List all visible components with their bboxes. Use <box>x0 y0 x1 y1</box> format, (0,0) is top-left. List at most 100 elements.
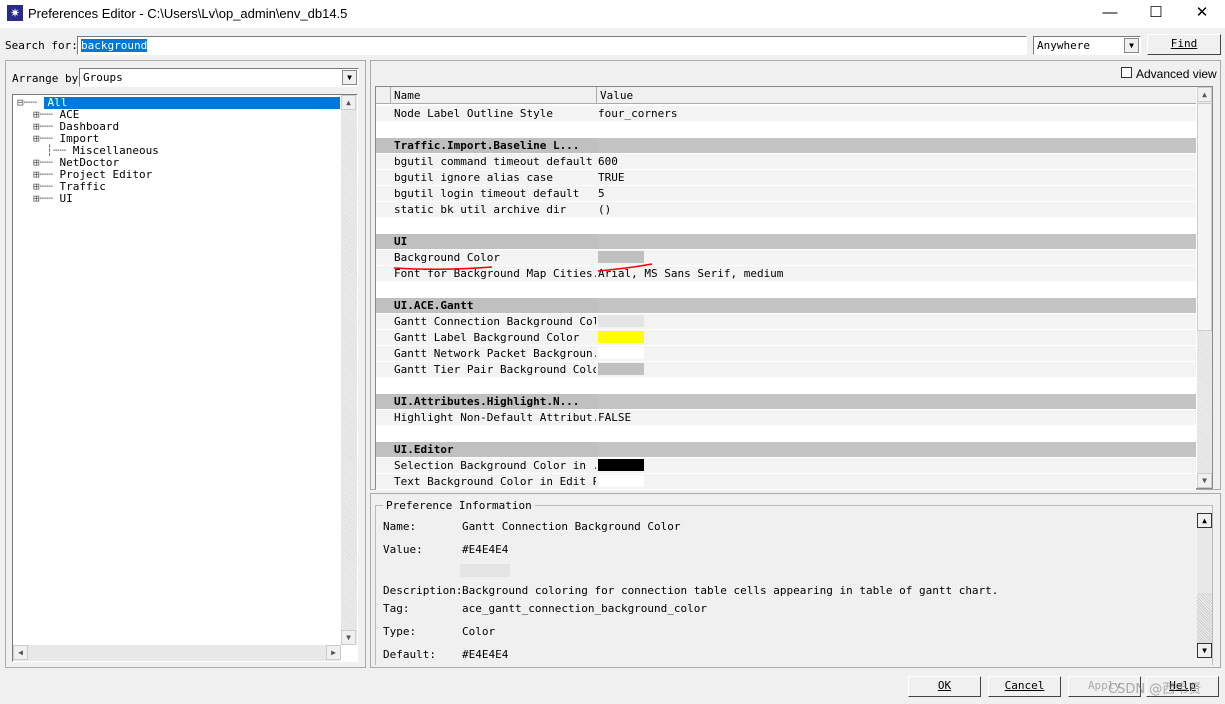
find-button[interactable]: Find <box>1147 34 1221 55</box>
table-row[interactable]: Text Background Color in Edit Pad <box>376 474 1196 490</box>
scroll-right-icon[interactable]: ▶ <box>326 645 341 660</box>
value-swatch <box>460 564 510 577</box>
pref-name: Highlight Non-Default Attribut... <box>394 411 596 424</box>
group-name: UI <box>394 235 408 248</box>
table-row[interactable]: Node Label Outline Style four_corners <box>376 106 1196 122</box>
pref-name: bgutil command timeout default <box>394 155 593 168</box>
scroll-up-icon[interactable]: ▲ <box>341 95 356 110</box>
group-name: Traffic.Import.Baseline L... <box>394 139 580 152</box>
column-name[interactable]: Name <box>394 89 421 102</box>
table-row[interactable]: Gantt Network Packet Backgroun... <box>376 346 1196 362</box>
scroll-up-icon[interactable]: ▲ <box>1197 87 1212 102</box>
description-label: Description: <box>383 584 463 597</box>
tag-value: ace_gantt_connection_background_color <box>462 602 708 615</box>
pref-name: static bk util archive dir <box>394 203 567 216</box>
table-row[interactable]: bgutil login timeout default 5 <box>376 186 1196 202</box>
scroll-down-icon[interactable]: ▼ <box>1197 473 1212 488</box>
pref-value: FALSE <box>598 411 632 424</box>
spacer-row <box>376 378 1196 394</box>
table-header: Name Value <box>376 87 1196 104</box>
table-row[interactable]: bgutil command timeout default 600 <box>376 154 1196 170</box>
group-name: UI.Attributes.Highlight.N... <box>394 395 580 408</box>
red-annotation <box>393 263 653 272</box>
default-value: #E4E4E4 <box>462 648 509 658</box>
table-row[interactable]: Selection Background Color in ... <box>376 458 1196 474</box>
window-title: Preferences Editor - C:\Users\Lv\op_admi… <box>28 6 348 21</box>
title-bar: ✷ Preferences Editor - C:\Users\Lv\op_ad… <box>0 0 1225 28</box>
group-row[interactable]: UI.Editor <box>376 442 1196 458</box>
ok-button[interactable]: OK <box>908 676 981 697</box>
column-value[interactable]: Value <box>596 87 636 103</box>
watermark: CSDN @西韦贤 <box>1108 682 1202 697</box>
scope-value: Anywhere <box>1037 39 1090 52</box>
group-name: UI.Editor <box>394 443 454 456</box>
pref-value: 5 <box>598 187 605 200</box>
description-value: Background coloring for connection table… <box>462 584 999 597</box>
arrange-label: Arrange by <box>12 72 79 85</box>
maximize-button[interactable]: ☐ <box>1133 2 1179 26</box>
table-row[interactable]: Gantt Tier Pair Background Color <box>376 362 1196 378</box>
name-label: Name: <box>383 520 417 533</box>
pref-name: bgutil login timeout default <box>394 187 580 200</box>
cancel-button[interactable]: Cancel <box>988 676 1061 697</box>
scope-dropdown[interactable]: Anywhere ▼ <box>1033 36 1141 55</box>
expand-icon[interactable]: ⊞┄┄ <box>33 192 60 205</box>
scroll-down-icon[interactable]: ▼ <box>1197 643 1212 658</box>
table-row[interactable]: static bk util archive dir () <box>376 202 1196 218</box>
app-icon: ✷ <box>7 5 23 21</box>
ok-label: OK <box>937 679 952 692</box>
pref-name: Gantt Connection Background Color <box>394 315 596 328</box>
pref-name: Selection Background Color in ... <box>394 459 596 472</box>
table-row[interactable]: Gantt Connection Background Color <box>376 314 1196 330</box>
type-value: Color <box>462 625 496 638</box>
tree-horizontal-scrollbar[interactable]: ◀ ▶ <box>13 645 341 661</box>
name-value: Gantt Connection Background Color <box>462 520 681 533</box>
scroll-left-icon[interactable]: ◀ <box>13 645 28 660</box>
advanced-view-checkbox[interactable] <box>1121 67 1132 78</box>
advanced-view-label: Advanced view <box>1136 67 1217 81</box>
color-swatch[interactable] <box>598 475 644 487</box>
pref-name: bgutil ignore alias case <box>394 171 553 184</box>
pref-name: Gantt Label Background Color <box>394 331 580 344</box>
close-button[interactable]: ✕ <box>1179 2 1225 26</box>
pref-name: Gantt Network Packet Backgroun... <box>394 347 596 360</box>
chevron-down-icon[interactable]: ▼ <box>1124 38 1139 53</box>
color-swatch[interactable] <box>598 331 644 343</box>
table-row[interactable]: Highlight Non-Default Attribut... FALSE <box>376 410 1196 426</box>
chevron-down-icon[interactable]: ▼ <box>342 70 357 85</box>
table-vertical-scrollbar[interactable]: ▲ ▼ <box>1197 87 1212 488</box>
spacer-row <box>376 218 1196 234</box>
scroll-up-icon[interactable]: ▲ <box>1197 513 1212 528</box>
arrange-value: Groups <box>83 71 123 84</box>
group-row[interactable]: Traffic.Import.Baseline L... <box>376 138 1196 154</box>
info-vertical-scrollbar[interactable]: ▲ ▼ <box>1197 513 1212 658</box>
table-row[interactable]: Gantt Label Background Color <box>376 330 1196 346</box>
color-swatch[interactable] <box>598 315 644 327</box>
search-input[interactable]: background <box>77 36 1027 55</box>
color-swatch[interactable] <box>598 459 644 471</box>
group-tree[interactable]: ⊟┄┄ All ⊞┄┄ ACE ⊞┄┄ Dashboard ⊞┄┄ Import ┆┄… <box>12 94 358 662</box>
group-name: UI.ACE.Gantt <box>394 299 474 312</box>
value-label: Value: <box>383 543 423 556</box>
pref-value: () <box>598 203 612 216</box>
tree-item[interactable]: ⊞┄┄ UI <box>13 193 357 205</box>
color-swatch[interactable] <box>598 363 644 375</box>
scroll-thumb[interactable] <box>1197 103 1212 331</box>
type-label: Type: <box>383 625 417 638</box>
scroll-down-icon[interactable]: ▼ <box>341 630 356 645</box>
spacer-row <box>376 282 1196 298</box>
value-value: #E4E4E4 <box>462 543 509 556</box>
tree-vertical-scrollbar[interactable]: ▲ ▼ <box>341 95 357 645</box>
tag-label: Tag: <box>383 602 410 615</box>
pref-value: four_corners <box>598 107 678 120</box>
group-row[interactable]: UI.ACE.Gantt <box>376 298 1196 314</box>
info-title: Preference Information <box>383 499 535 512</box>
group-row[interactable]: UI <box>376 234 1196 250</box>
minimize-button[interactable]: — <box>1087 2 1133 26</box>
table-row[interactable]: bgutil ignore alias case TRUE <box>376 170 1196 186</box>
search-value: background <box>81 39 148 52</box>
color-swatch[interactable] <box>598 347 644 359</box>
arrange-dropdown[interactable]: Groups ▼ <box>79 68 359 87</box>
tree-item-label: UI <box>59 192 73 205</box>
group-row[interactable]: UI.Attributes.Highlight.N... <box>376 394 1196 410</box>
